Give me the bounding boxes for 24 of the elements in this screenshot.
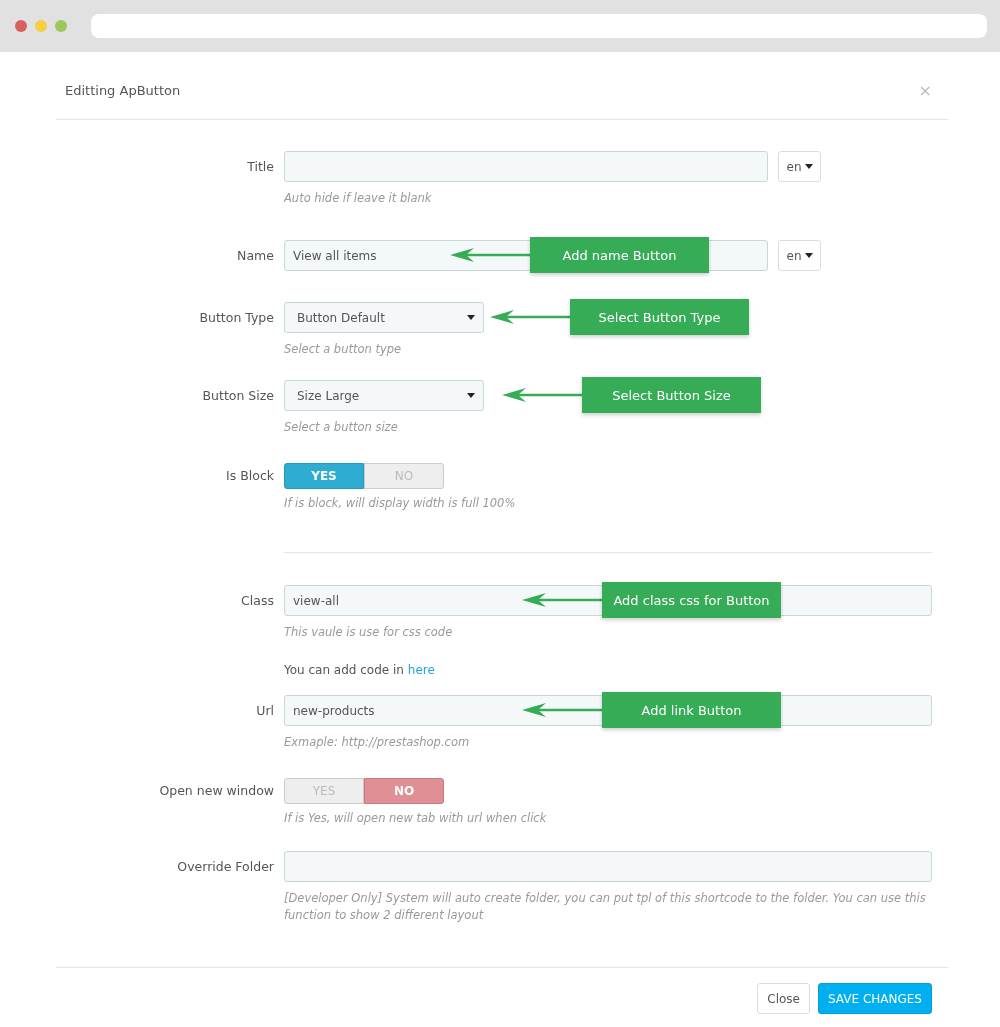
field-label: Override Folder xyxy=(177,859,274,874)
field-label: Url xyxy=(256,703,274,718)
annotation-tooltip: Add name Button xyxy=(530,237,709,273)
annotation-tooltip: Select Button Size xyxy=(582,377,761,413)
dialog-title: Editting ApButton xyxy=(65,82,181,98)
help-text: Auto hide if leave it blank xyxy=(284,190,433,207)
annotation-tooltip: Add link Button xyxy=(602,692,781,728)
help-text: Select a button size xyxy=(284,419,399,436)
help-text: Select a button type xyxy=(284,341,403,358)
field-label: Is Block xyxy=(226,468,274,483)
annotation-tooltip: Add class css for Button xyxy=(602,582,781,618)
help-text: If is Yes, will open new tab with url when click xyxy=(284,810,548,827)
info-text: You can add code in here xyxy=(284,662,435,679)
help-text: Exmaple: http://prestashop.com xyxy=(284,734,471,751)
field-label: Open new window xyxy=(159,783,274,798)
annotation-tooltip: Select Button Type xyxy=(570,299,749,335)
field-label: Name xyxy=(237,248,274,263)
field-label: Class xyxy=(241,593,274,608)
field-label: Button Size xyxy=(202,388,274,403)
field-label: Button Type xyxy=(199,310,274,325)
help-text: [Developer Only] System will auto create folder, you can put tpl of this shortcode to the folder. You can use this function to show 2 different layout xyxy=(284,890,927,924)
help-text: If is block, will display width is full 100% xyxy=(284,495,517,512)
help-text: This vaule is use for css code xyxy=(284,624,454,641)
field-label: Title xyxy=(247,159,274,174)
